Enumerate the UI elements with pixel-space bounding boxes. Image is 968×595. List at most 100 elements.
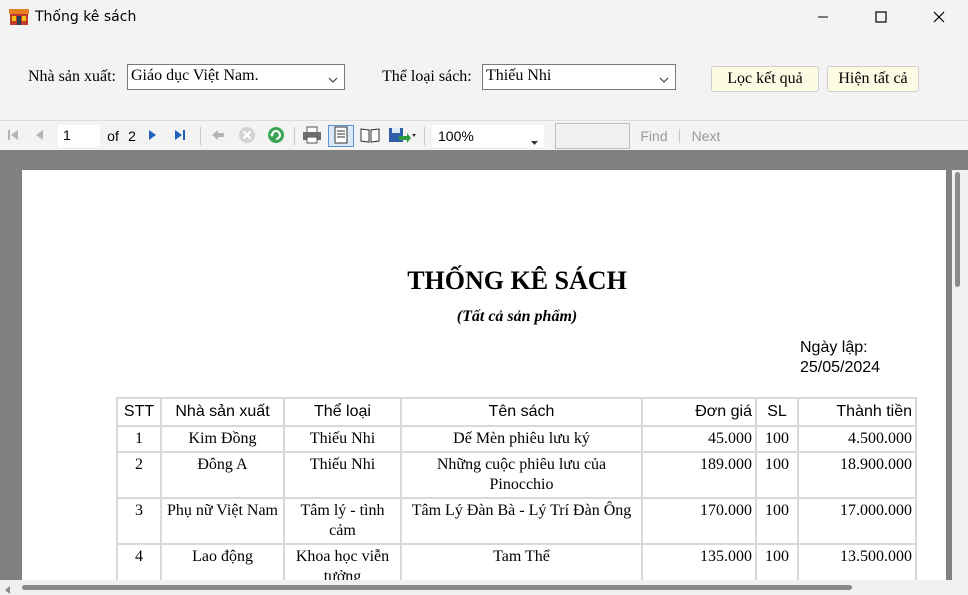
first-page-icon	[6, 128, 20, 145]
of-label: of	[107, 128, 119, 144]
report-page: THỐNG KÊ SÁCH (Tất cả sản phẩm) Ngày lập…	[22, 170, 946, 580]
print-layout-icon	[333, 126, 349, 147]
table-row: 2 Đông A Thiếu Nhi Những cuộc phiêu lưu …	[116, 451, 917, 499]
cell-total: 17.000.000	[797, 497, 917, 545]
category-select[interactable]: Thiếu Nhi	[482, 64, 676, 90]
filter-bar: Nhà sản xuất: Giáo dục Việt Nam. Thể loạ…	[0, 36, 968, 120]
toolbar-divider	[200, 127, 201, 145]
next-page-icon	[145, 128, 159, 145]
print-icon	[302, 126, 322, 147]
date-value: 25/05/2024	[800, 359, 881, 376]
refresh-icon	[267, 126, 285, 147]
cell-price: 170.000	[641, 497, 757, 545]
cell-category: Thiếu Nhi	[283, 425, 402, 453]
cell-price: 189.000	[641, 451, 757, 499]
show-all-button[interactable]: Hiện tất cả	[827, 66, 919, 92]
first-page-button[interactable]	[4, 125, 22, 147]
title-bar: Thống kê sách	[0, 0, 968, 36]
find-input[interactable]	[555, 123, 630, 149]
cell-stt: 4	[116, 543, 162, 580]
cell-qty: 100	[755, 497, 799, 545]
chevron-down-icon	[659, 72, 669, 83]
cell-book: Những cuộc phiêu lưu của Pinocchio	[400, 451, 643, 499]
date-label: Ngày lập:	[800, 339, 868, 356]
next-match-link[interactable]: Next	[690, 125, 722, 147]
header-price: Đơn giá	[641, 397, 757, 427]
total-pages: 2	[128, 128, 136, 144]
cell-price: 135.000	[641, 543, 757, 580]
cell-qty: 100	[755, 451, 799, 499]
page-setup-button[interactable]	[358, 125, 382, 147]
cell-book: Tam Thể	[400, 543, 643, 580]
current-page-input[interactable]: 1	[58, 125, 100, 147]
zoom-select[interactable]: 100%	[432, 125, 544, 147]
table-row: 3 Phụ nữ Việt Nam Tâm lý - tình cảm Tâm …	[116, 497, 917, 545]
filter-results-button[interactable]: Lọc kết quả	[711, 66, 819, 92]
table-header-row: STT Nhà sản xuất Thể loại Tên sách Đơn g…	[116, 397, 917, 427]
chevron-down-icon	[328, 72, 338, 83]
cell-publisher: Đông A	[160, 451, 285, 499]
export-icon	[388, 126, 416, 147]
cell-category: Tâm lý - tình cảm	[283, 497, 402, 545]
stop-button[interactable]	[236, 125, 258, 147]
header-book: Tên sách	[400, 397, 643, 427]
cell-price: 45.000	[641, 425, 757, 453]
header-qty: SL	[755, 397, 799, 427]
minimize-icon	[817, 10, 829, 26]
toolbar-divider	[679, 129, 680, 143]
scroll-left-icon[interactable]	[3, 582, 13, 594]
cell-stt: 1	[116, 425, 162, 453]
cell-total: 13.500.000	[797, 543, 917, 580]
back-icon	[211, 128, 225, 145]
report-viewer: THỐNG KÊ SÁCH (Tất cả sản phẩm) Ngày lập…	[0, 150, 968, 595]
find-link[interactable]: Find	[640, 125, 668, 147]
previous-page-button[interactable]	[30, 125, 48, 147]
previous-page-icon	[32, 128, 46, 145]
cell-total: 18.900.000	[797, 451, 917, 499]
publisher-select-value: Giáo dục Việt Nam.	[131, 67, 259, 84]
cell-book: Tâm Lý Đàn Bà - Lý Trí Đàn Ông	[400, 497, 643, 545]
report-subtitle: (Tất cả sản phẩm)	[456, 308, 578, 325]
close-button[interactable]	[910, 0, 968, 36]
back-button[interactable]	[208, 125, 228, 147]
report-toolbar: 1 of 2 100% Find Next	[0, 120, 968, 150]
category-select-value: Thiếu Nhi	[486, 67, 552, 84]
report-table: STT Nhà sản xuất Thể loại Tên sách Đơn g…	[116, 397, 917, 580]
zoom-value: 100%	[438, 128, 474, 144]
next-page-button[interactable]	[143, 125, 161, 147]
last-page-icon	[173, 128, 187, 145]
cell-total: 4.500.000	[797, 425, 917, 453]
report-date: Ngày lập: 25/05/2024	[800, 338, 880, 378]
publisher-label: Nhà sản xuất:	[28, 68, 116, 85]
maximize-button[interactable]	[852, 0, 910, 36]
stop-icon	[238, 126, 256, 147]
cell-publisher: Kim Đồng	[160, 425, 285, 453]
close-icon	[933, 10, 945, 26]
cell-publisher: Phụ nữ Việt Nam	[160, 497, 285, 545]
print-layout-button[interactable]	[328, 125, 354, 147]
print-button[interactable]	[300, 125, 324, 147]
table-row: 4 Lao động Khoa học viễn tưởng Tam Thể 1…	[116, 543, 917, 580]
cell-stt: 3	[116, 497, 162, 545]
table-row: 1 Kim Đồng Thiếu Nhi Dế Mèn phiêu lưu ký…	[116, 425, 917, 453]
maximize-icon	[875, 10, 887, 26]
toolbar-divider	[424, 127, 425, 145]
page-setup-icon	[360, 127, 380, 146]
cell-category: Thiếu Nhi	[283, 451, 402, 499]
minimize-button[interactable]	[794, 0, 852, 36]
last-page-button[interactable]	[171, 125, 189, 147]
export-button[interactable]	[386, 125, 418, 147]
toolbar-divider	[294, 127, 295, 145]
bookshop-icon	[9, 8, 29, 26]
publisher-select[interactable]: Giáo dục Việt Nam.	[127, 64, 345, 90]
dropdown-arrow-icon	[531, 133, 538, 149]
refresh-button[interactable]	[265, 125, 287, 147]
cell-category: Khoa học viễn tưởng	[283, 543, 402, 580]
report-title: THỐNG KÊ SÁCH	[407, 266, 627, 295]
category-label: Thể loại sách:	[382, 68, 472, 85]
vertical-scroll-thumb[interactable]	[955, 172, 960, 287]
header-total: Thành tiền	[797, 397, 917, 427]
header-category: Thể loại	[283, 397, 402, 427]
cell-publisher: Lao động	[160, 543, 285, 580]
horizontal-scroll-thumb[interactable]	[22, 585, 852, 590]
